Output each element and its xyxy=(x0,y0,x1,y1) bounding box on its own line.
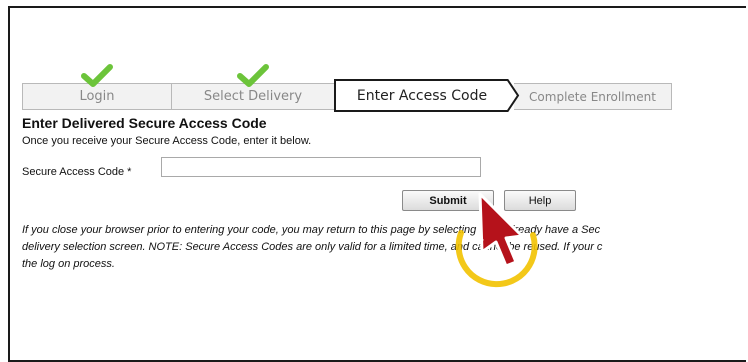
step-select-delivery: Select Delivery xyxy=(171,64,335,110)
step-enter-access-code: Enter Access Code xyxy=(334,79,508,112)
screenshot-frame xyxy=(8,6,746,362)
note-line: the log on process. xyxy=(22,258,115,270)
step-login: Login xyxy=(22,64,172,110)
browser-close-note: If you close your browser prior to enter… xyxy=(22,222,748,273)
access-code-input[interactable] xyxy=(161,157,481,177)
step-number-badge: 4 xyxy=(474,228,484,247)
note-line: If you close your browser prior to enter… xyxy=(22,224,601,236)
section-title: Enter Delivered Secure Access Code xyxy=(22,115,267,131)
completed-check-icon xyxy=(237,64,269,92)
access-code-label: Secure Access Code * xyxy=(22,166,132,178)
enrollment-progress-steps: Login Select Delivery Enter Access Code … xyxy=(22,64,682,112)
completed-check-icon xyxy=(81,64,113,92)
step-label: Enter Access Code xyxy=(356,87,488,104)
section-subtitle: Once you receive your Secure Access Code… xyxy=(22,135,312,147)
note-line: delivery selection screen. NOTE: Secure … xyxy=(22,241,603,253)
step-complete-enrollment: Complete Enrollment xyxy=(514,83,672,110)
step-label: Complete Enrollment xyxy=(529,89,656,104)
active-step-arrow-icon xyxy=(506,79,520,112)
